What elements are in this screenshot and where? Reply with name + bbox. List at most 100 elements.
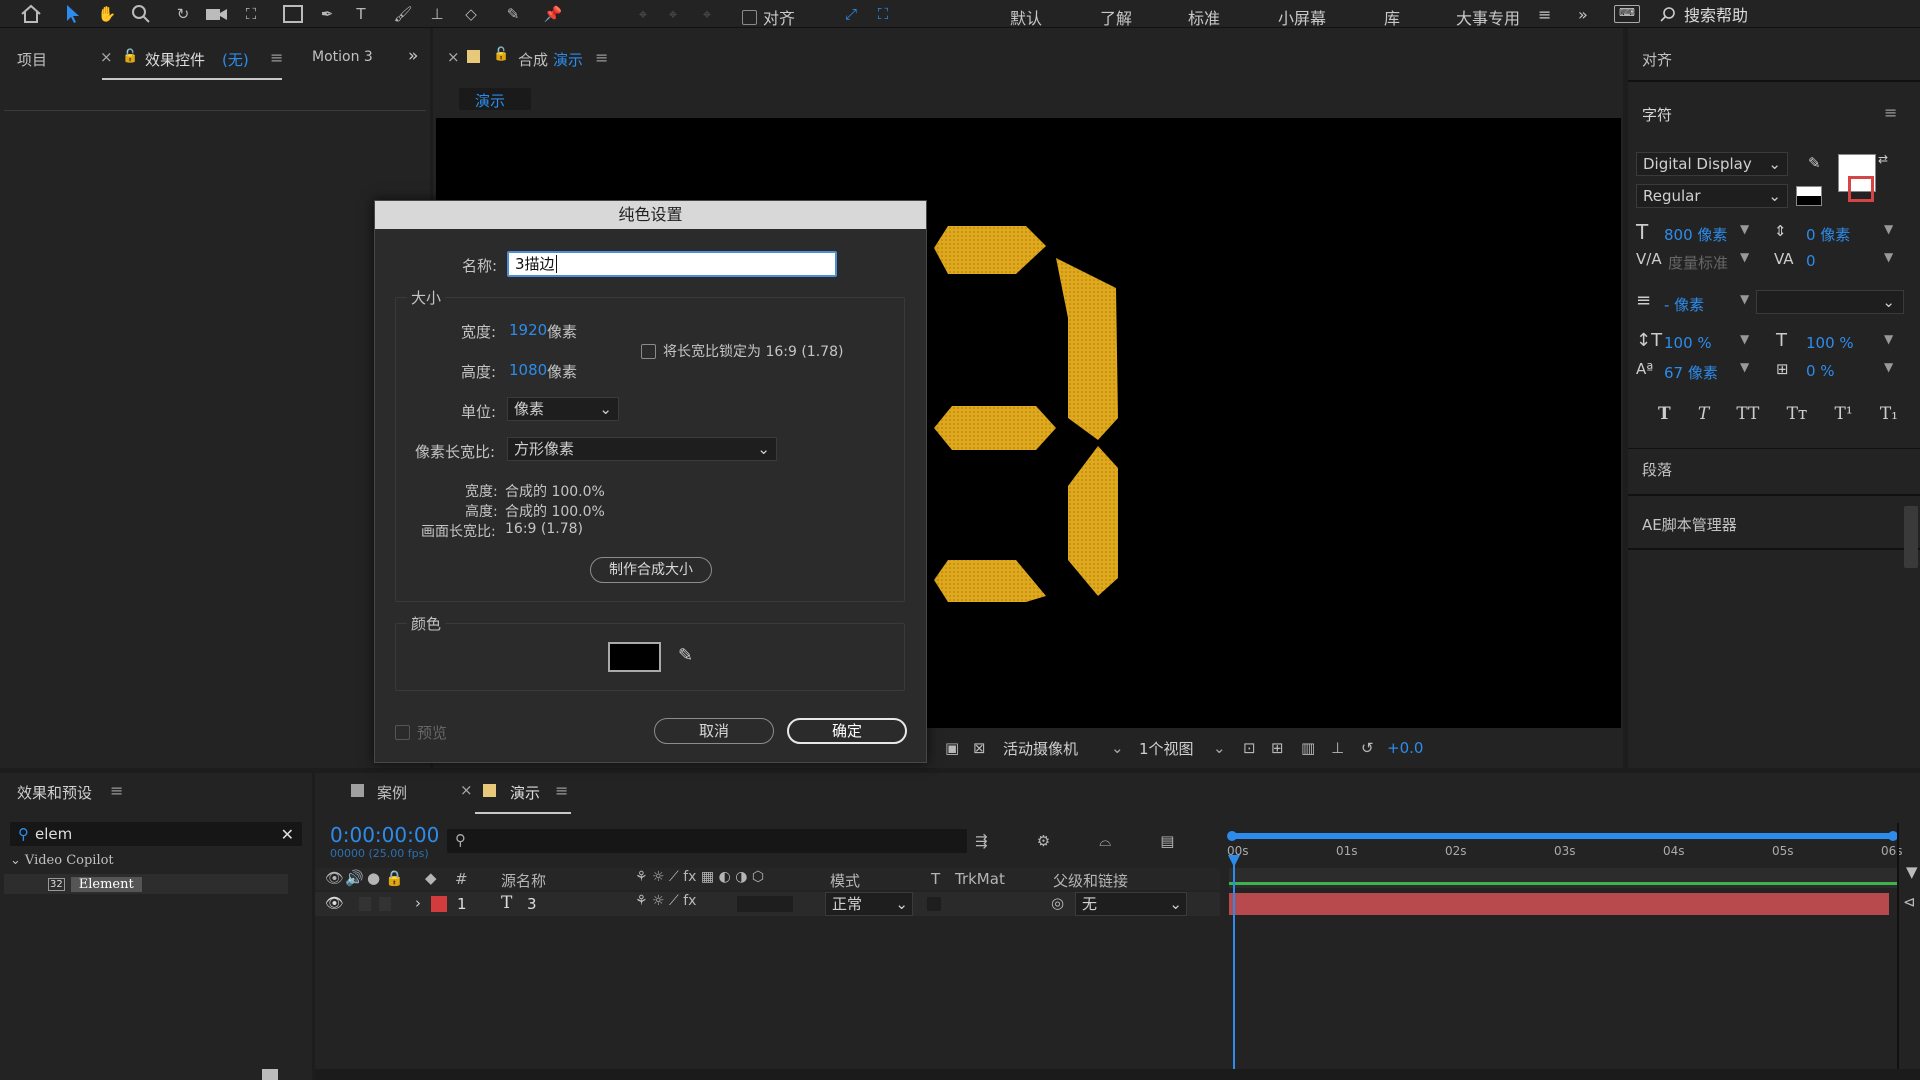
current-timecode[interactable]: 0:00:00:00 xyxy=(330,823,439,847)
unit-select[interactable]: 像素 ⌄ xyxy=(507,397,619,421)
shy-layers-icon[interactable]: ⌓ xyxy=(1099,832,1111,850)
tab-case[interactable]: 案例 xyxy=(377,782,407,803)
comp-marker-bin-icon[interactable]: ▼ xyxy=(1906,863,1918,881)
name-input[interactable]: 3描边 xyxy=(507,251,837,277)
roto-brush-tool-icon[interactable]: ✎ xyxy=(500,2,526,26)
navigator-start-handle[interactable] xyxy=(1227,831,1237,841)
layer-search-input[interactable]: ⚲ xyxy=(447,829,967,853)
keyboard-shortcut-icon[interactable]: ⌨ xyxy=(1614,5,1640,23)
mask-visibility-icon[interactable]: ⊠ xyxy=(973,739,986,757)
pen-tool-icon[interactable]: ✒ xyxy=(314,2,340,26)
preview-checkbox[interactable]: 预览 xyxy=(395,722,447,743)
snap-checkbox[interactable]: 对齐 xyxy=(742,5,795,29)
timeline-toggle-icon[interactable]: ▥ xyxy=(1301,739,1315,757)
timeline-graph-area[interactable]: 00s 01s 02s 03s 04s 05s 06s ▼ ⊲ xyxy=(1221,823,1920,1080)
tsume-value[interactable]: 0 % xyxy=(1806,362,1835,380)
effects-search-field[interactable]: ⚲ elem ✕ xyxy=(10,822,302,846)
exposure-value[interactable]: +0.0 xyxy=(1387,739,1423,757)
rectangle-tool-icon[interactable] xyxy=(280,2,306,26)
workspace-learn[interactable]: 了解 xyxy=(1100,5,1132,29)
faux-bold-button[interactable]: T xyxy=(1658,404,1671,424)
pick-whip-icon[interactable]: ◎ xyxy=(1051,894,1064,912)
pan-behind-tool-icon[interactable]: ⛶ xyxy=(238,2,264,26)
work-area-bar[interactable] xyxy=(1229,882,1897,885)
lock-icon[interactable]: 🔓 xyxy=(122,49,138,64)
playhead[interactable] xyxy=(1233,859,1235,1080)
pixel-aspect-select[interactable]: 方形像素 ⌄ xyxy=(507,437,777,461)
layer-3d-switches[interactable] xyxy=(737,896,793,912)
toggle-pixel-aspect-icon[interactable]: ⊡ xyxy=(1243,739,1256,757)
new-folder-icon[interactable] xyxy=(262,1069,278,1080)
layer-lock-toggle[interactable] xyxy=(379,897,391,911)
close-comp-tab-icon[interactable]: × xyxy=(447,48,460,66)
transparency-grid-icon[interactable]: ▣ xyxy=(945,739,959,757)
workspace-library[interactable]: 库 xyxy=(1384,5,1400,29)
comp-lock-icon[interactable]: 🔓 xyxy=(493,47,509,62)
effects-item[interactable]: 32 Element xyxy=(4,874,288,894)
superscript-button[interactable]: T¹ xyxy=(1835,404,1853,424)
vertical-scale-value[interactable]: 100 % xyxy=(1664,334,1712,352)
font-family-select[interactable]: Digital Display ⌄ xyxy=(1636,152,1788,176)
stroke-color-swatch[interactable] xyxy=(1848,176,1874,202)
faux-italic-button[interactable]: T xyxy=(1698,404,1709,424)
font-size-value[interactable]: 800 像素 xyxy=(1664,224,1727,245)
more-workspaces-icon[interactable]: » xyxy=(1578,5,1588,24)
parent-select[interactable]: 无 ⌄ xyxy=(1075,892,1187,916)
column-parent[interactable]: 父级和链接 xyxy=(1053,870,1128,891)
height-value[interactable]: 1080 xyxy=(509,361,547,379)
camera-tool-icon[interactable] xyxy=(204,2,230,26)
panel-scrollbar[interactable] xyxy=(1904,506,1918,568)
lock-aspect-box[interactable] xyxy=(641,343,656,359)
comp-tab-name[interactable]: 演示 xyxy=(553,49,583,70)
column-trkmat[interactable]: TrkMat xyxy=(955,870,1005,888)
time-ruler[interactable]: 00s 01s 02s 03s 04s 05s 06s xyxy=(1221,843,1903,865)
tab-motion3[interactable]: Motion 3 xyxy=(312,49,373,65)
workspace-custom[interactable]: 大事专用 xyxy=(1456,5,1520,29)
rotate-tool-icon[interactable]: ↻ xyxy=(170,2,196,26)
expand-layer-icon[interactable]: › xyxy=(415,894,421,912)
reset-exposure-icon[interactable]: ↺ xyxy=(1361,739,1374,757)
preserve-transparency-toggle[interactable] xyxy=(927,897,941,911)
subscript-button[interactable]: T₁ xyxy=(1880,404,1898,424)
views-dropdown-icon[interactable]: ⌄ xyxy=(1213,739,1226,757)
clear-search-icon[interactable]: ✕ xyxy=(281,825,294,844)
layer-name[interactable]: 3 xyxy=(527,895,537,913)
comp-subtab[interactable]: 演示 xyxy=(459,88,531,110)
zoom-tool-icon[interactable] xyxy=(128,2,154,26)
time-navigator-bar[interactable] xyxy=(1229,833,1897,839)
stroke-width-value[interactable]: - 像素 xyxy=(1664,294,1704,315)
tab-effect-controls[interactable]: 效果控件 xyxy=(145,49,205,70)
effects-search-value[interactable]: elem xyxy=(35,825,72,843)
more-tabs-icon[interactable]: » xyxy=(408,46,418,66)
kerning-value[interactable]: 度量标准 xyxy=(1668,252,1728,273)
leading-dropdown-icon[interactable]: ▼ xyxy=(1884,222,1893,236)
puppet-tool-icon[interactable]: 📌 xyxy=(540,2,566,26)
frame-blending-icon[interactable]: ▤ xyxy=(1160,832,1174,850)
snap-edges-icon[interactable]: ⤢ xyxy=(838,2,864,26)
script-manager-title[interactable]: AE脚本管理器 xyxy=(1642,514,1737,535)
panel-menu-icon[interactable]: ≡ xyxy=(270,48,283,67)
paragraph-panel-title[interactable]: 段落 xyxy=(1642,459,1672,480)
work-area-track[interactable] xyxy=(1229,868,1897,888)
tab-demo[interactable]: 演示 xyxy=(510,782,540,803)
stroke-style-select[interactable]: ⌄ xyxy=(1756,290,1904,314)
layer-switches[interactable]: ⚘ ☼ ⟋ fx xyxy=(635,893,696,909)
layer-duration-bar[interactable] xyxy=(1229,893,1889,915)
effects-presets-title[interactable]: 效果和预设 xyxy=(17,782,92,803)
eyedropper-icon[interactable]: ✎ xyxy=(1808,154,1821,172)
draft-3d-icon[interactable]: ⚙ xyxy=(1037,832,1050,850)
comp-panel-menu-icon[interactable]: ≡ xyxy=(595,48,608,67)
lock-aspect-checkbox[interactable]: 将长宽比锁定为 16:9 (1.78) xyxy=(641,341,843,361)
effects-folder[interactable]: ⌄ Video Copilot xyxy=(10,853,114,868)
small-caps-button[interactable]: Tт xyxy=(1787,404,1808,424)
workspace-default[interactable]: 默认 xyxy=(1010,5,1042,29)
home-icon[interactable] xyxy=(18,2,44,26)
close-timeline-tab-icon[interactable]: × xyxy=(460,781,473,799)
font-size-dropdown-icon[interactable]: ▼ xyxy=(1740,222,1749,236)
timeline-menu-icon[interactable]: ≡ xyxy=(555,781,568,800)
ok-button[interactable]: 确定 xyxy=(787,718,907,744)
column-source-name[interactable]: 源名称 xyxy=(501,870,546,891)
snap-checkbox-box[interactable] xyxy=(742,9,757,25)
tsume-dropdown-icon[interactable]: ▼ xyxy=(1884,360,1893,374)
layer-row[interactable]: 👁 › 1 T 3 ⚘ ☼ ⟋ fx 正常 ⌄ ◎ 无 ⌄ xyxy=(315,892,1220,916)
